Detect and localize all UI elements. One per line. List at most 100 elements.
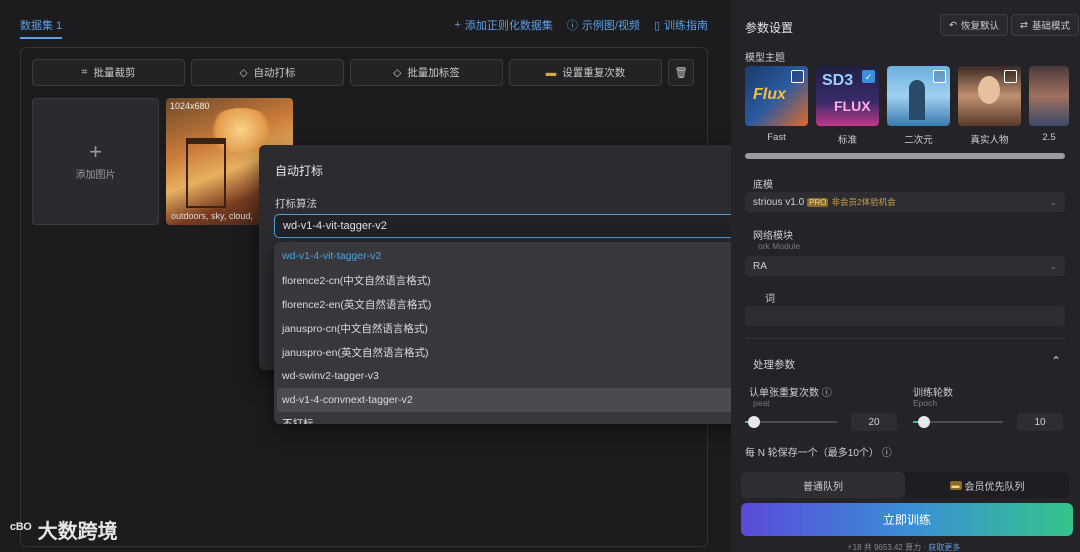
- option-label: januspro-en(英文自然语言格式): [282, 346, 429, 359]
- add-regularization-link[interactable]: + 添加正则化数据集: [454, 17, 552, 33]
- repeat-input[interactable]: 20: [851, 413, 897, 431]
- theme-2-5d-label: 2.5: [1042, 132, 1056, 143]
- algorithm-dropdown: wd-v1-4-vit-tagger-v2✓ florence2-cn(中文自然…: [274, 242, 752, 424]
- theme-checkbox[interactable]: [791, 70, 804, 83]
- option-label: wd-swinv2-tagger-v3: [282, 370, 379, 382]
- reset-button[interactable]: ↶ 恢复默认: [940, 14, 1008, 36]
- theme-list: Flux Fast SD3 FLUX ✓ 标准 二次元 真实人物 2.5: [745, 66, 1069, 146]
- trigger-word-label: 词: [765, 294, 775, 305]
- option-januspro-cn[interactable]: januspro-cn(中文自然语言格式): [274, 316, 752, 340]
- auto-tag-label: 自动打标: [253, 67, 296, 79]
- epoch-slider-knob[interactable]: [917, 416, 930, 428]
- auto-tag-button[interactable]: ◇ 自动打标: [191, 59, 344, 86]
- chevron-up-icon[interactable]: ⌃: [1051, 354, 1061, 368]
- image-size: 1024x680: [170, 101, 210, 111]
- swap-icon: ⇄: [1020, 19, 1028, 31]
- base-model-select[interactable]: strious v1.0 PRO 非会员2体验机会 ⌄: [745, 192, 1065, 212]
- sd3-logo: SD3: [822, 72, 854, 89]
- theme-label: 模型主题: [745, 53, 785, 64]
- theme-checkbox[interactable]: [1004, 70, 1017, 83]
- theme-realistic[interactable]: 真实人物: [958, 66, 1021, 146]
- help-icon[interactable]: ⓘ: [822, 388, 832, 399]
- option-wd-convnext[interactable]: wd-v1-4-convnext-tagger-v2: [277, 388, 749, 412]
- epoch-input[interactable]: 10: [1017, 413, 1063, 431]
- batch-add-tag-label: 批量加标签: [407, 67, 460, 79]
- network-label: 网络模块: [753, 231, 793, 242]
- theme-anime[interactable]: 二次元: [887, 66, 950, 146]
- scrollbar-thumb[interactable]: [745, 153, 1065, 159]
- guide-label: 训练指南: [664, 20, 708, 32]
- flux-logo: Flux: [753, 86, 786, 103]
- theme-scrollbar[interactable]: [745, 153, 1065, 159]
- theme-realistic-label: 真实人物: [970, 135, 1009, 146]
- theme-standard[interactable]: SD3 FLUX ✓ 标准: [816, 66, 879, 146]
- theme-standard-image: SD3 FLUX ✓: [816, 66, 879, 126]
- option-januspro-en[interactable]: januspro-en(英文自然语言格式): [274, 340, 752, 364]
- repeat-slider[interactable]: [745, 416, 837, 428]
- add-image-tile[interactable]: + 添加图片: [32, 98, 159, 225]
- add-regularization-label: 添加正则化数据集: [464, 20, 553, 32]
- vip-queue-tab[interactable]: ▬ 会员优先队列: [905, 472, 1069, 498]
- repeat-label-en: peat: [753, 398, 770, 408]
- tab-dataset-1[interactable]: 数据集 1: [20, 17, 63, 39]
- image-caption: outdoors, sky, cloud,: [171, 211, 253, 221]
- set-repeat-button[interactable]: ▬ 设置重复次数: [509, 59, 662, 86]
- algorithm-label: 打标算法: [275, 198, 317, 210]
- settings-title: 参数设置: [745, 21, 794, 35]
- vip-icon: ▬: [949, 480, 962, 490]
- add-image-label: 添加图片: [75, 170, 116, 181]
- top-links: + 添加正则化数据集 ⓘ 示例图/视频 ▯ 训练指南: [454, 17, 708, 33]
- theme-checkbox[interactable]: [933, 70, 946, 83]
- option-wd-vit[interactable]: wd-v1-4-vit-tagger-v2✓: [274, 244, 752, 268]
- theme-fast[interactable]: Flux Fast: [745, 66, 808, 146]
- plus-icon: +: [89, 139, 102, 164]
- batch-crop-button[interactable]: ⌗ 批量裁剪: [32, 59, 185, 86]
- option-florence2-en[interactable]: florence2-en(英文自然语言格式): [274, 292, 752, 316]
- theme-2-5d[interactable]: 2.5: [1029, 66, 1069, 146]
- base-model-label: 底模: [753, 180, 773, 191]
- epoch-slider[interactable]: [913, 416, 1003, 428]
- settings-panel: 参数设置 ↶ 恢复默认 ⇄ 基础模式 模型主题 Flux Fast SD3 FLUX…: [731, 0, 1080, 552]
- algorithm-select[interactable]: wd-v1-4-vit-tagger-v2 ⌄: [274, 214, 752, 238]
- option-no-tag[interactable]: 不打标: [274, 412, 752, 424]
- get-more-link[interactable]: 获取更多: [928, 543, 960, 552]
- tag-icon: ◇: [239, 66, 248, 79]
- option-label: florence2-en(英文自然语言格式): [282, 298, 432, 311]
- help-icon[interactable]: ⓘ: [882, 448, 892, 459]
- dataset-toolbar: ⌗ 批量裁剪 ◇ 自动打标 ◇ 批量加标签 ▬ 设置重复次数 🗑: [32, 59, 694, 86]
- undo-icon: ↶: [949, 19, 957, 31]
- chevron-down-icon: ⌄: [1049, 260, 1057, 271]
- brand-logo-icon: ᶜᴮᴼ: [10, 520, 32, 538]
- repeat-slider-knob[interactable]: [748, 416, 761, 428]
- batch-add-tag-button[interactable]: ◇ 批量加标签: [350, 59, 503, 86]
- examples-link[interactable]: ⓘ 示例图/视频: [567, 17, 640, 33]
- option-florence2-cn[interactable]: florence2-cn(中文自然语言格式): [274, 268, 752, 292]
- tag-icon: ◇: [393, 66, 402, 79]
- trash-icon: 🗑: [674, 67, 688, 79]
- mode-button[interactable]: ⇄ 基础模式: [1011, 14, 1079, 36]
- normal-queue-tab[interactable]: 普通队列: [741, 472, 905, 498]
- trigger-word-input[interactable]: [745, 306, 1065, 326]
- repeat-label: 认单张重复次数 ⓘ: [749, 384, 832, 399]
- portrait-face: [978, 76, 1000, 104]
- brand-name: 大数跨境: [37, 521, 118, 543]
- chevron-down-icon: ⌄: [1049, 196, 1057, 207]
- option-label: florence2-cn(中文自然语言格式): [282, 274, 431, 287]
- theme-checkbox-checked[interactable]: ✓: [862, 70, 875, 83]
- start-training-button[interactable]: 立即训练: [741, 503, 1073, 536]
- section-title: 处理参数: [753, 359, 795, 371]
- theme-anime-image: [887, 66, 950, 126]
- thumbnail-tower: [186, 138, 226, 208]
- delete-button[interactable]: 🗑: [668, 59, 694, 86]
- option-label: januspro-cn(中文自然语言格式): [282, 322, 428, 335]
- option-wd-swinv2[interactable]: wd-swinv2-tagger-v3: [274, 364, 752, 388]
- batch-crop-label: 批量裁剪: [93, 67, 136, 79]
- theme-standard-label: 标准: [837, 135, 857, 146]
- reset-label: 恢复默认: [960, 21, 999, 32]
- option-label: wd-v1-4-vit-tagger-v2: [282, 250, 382, 262]
- examples-label: 示例图/视频: [581, 20, 640, 32]
- network-select[interactable]: RA ⌄: [745, 256, 1065, 276]
- plus-icon: +: [454, 19, 461, 31]
- save-every-label: 每 N 轮保存一个（最多10个） ⓘ: [745, 444, 892, 459]
- guide-link[interactable]: ▯ 训练指南: [654, 17, 708, 33]
